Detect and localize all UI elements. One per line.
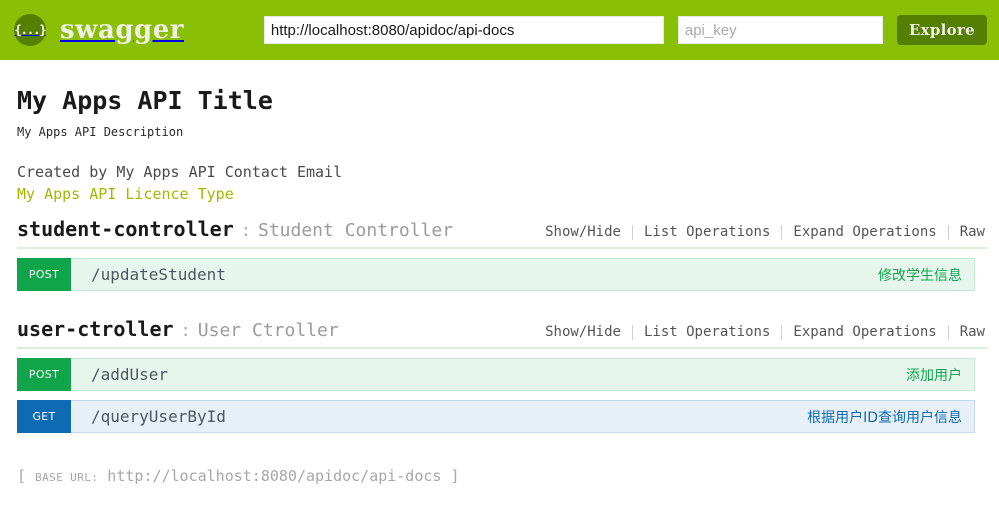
swagger-braces-icon: {...}: [14, 14, 47, 46]
brand-label: swagger: [60, 15, 184, 45]
api-licence-link[interactable]: My Apps API Licence Type: [17, 185, 234, 203]
resource-name-link[interactable]: student-controller: [17, 217, 234, 241]
api-docs-url-input[interactable]: [263, 16, 664, 44]
top-header-bar: {...} swagger Explore: [0, 0, 999, 60]
show-hide-link[interactable]: Show/Hide: [545, 224, 632, 240]
resource-header: student-controller : Student Controller …: [17, 217, 987, 249]
show-hide-link[interactable]: Show/Hide: [545, 324, 632, 340]
endpoint-row[interactable]: POST /updateStudent 修改学生信息: [17, 258, 975, 291]
http-method-badge: POST: [17, 258, 71, 291]
base-url-value: http://localhost:8080/apidoc/api-docs: [107, 467, 442, 485]
resource-subtitle: Student Controller: [258, 220, 454, 241]
endpoint-summary: 修改学生信息: [878, 267, 962, 284]
endpoint-path-link[interactable]: /updateStudent: [71, 259, 226, 290]
endpoint-summary: 根据用户ID查询用户信息: [807, 409, 962, 426]
footer-open-bracket: [: [17, 467, 27, 485]
endpoint-row[interactable]: GET /queryUserById 根据用户ID查询用户信息: [17, 400, 975, 433]
raw-link[interactable]: Raw: [949, 324, 987, 340]
api-title: My Apps API Title: [17, 86, 273, 115]
base-url-label: BASE URL:: [35, 471, 99, 484]
endpoint-summary: 添加用户: [906, 367, 962, 384]
list-operations-link[interactable]: List Operations: [633, 324, 781, 340]
raw-link[interactable]: Raw: [949, 224, 987, 240]
resource-separator: :: [180, 321, 191, 341]
explore-button[interactable]: Explore: [896, 15, 987, 45]
resource-separator: :: [240, 221, 251, 241]
swagger-logo-link[interactable]: {...} swagger: [14, 14, 184, 46]
base-url-footer: [ BASE URL: http://localhost:8080/apidoc…: [17, 467, 987, 485]
footer-close-bracket: ]: [450, 467, 460, 485]
resource-user-ctroller: user-ctroller : User Ctroller Show/Hide …: [17, 317, 987, 433]
api-description: My Apps API Description: [17, 125, 184, 139]
endpoint-row[interactable]: POST /addUser 添加用户: [17, 358, 975, 391]
endpoint-path-link[interactable]: /queryUserById: [71, 401, 226, 432]
http-method-badge: POST: [17, 358, 71, 391]
list-operations-link[interactable]: List Operations: [633, 224, 781, 240]
resource-subtitle: User Ctroller: [197, 320, 339, 341]
resource-operation-links: Show/Hide List Operations Expand Operati…: [545, 224, 987, 242]
resource-header: user-ctroller : User Ctroller Show/Hide …: [17, 317, 987, 349]
expand-operations-link[interactable]: Expand Operations: [782, 224, 947, 240]
main-content: My Apps API Title My Apps API Descriptio…: [0, 60, 999, 485]
resource-name-link[interactable]: user-ctroller: [17, 317, 174, 341]
api-key-input[interactable]: [677, 16, 883, 44]
endpoint-path-link[interactable]: /addUser: [71, 359, 168, 390]
resource-operation-links: Show/Hide List Operations Expand Operati…: [545, 324, 987, 342]
http-method-badge: GET: [17, 400, 71, 433]
api-contact: Created by My Apps API Contact Email: [17, 163, 343, 181]
expand-operations-link[interactable]: Expand Operations: [782, 324, 947, 340]
resource-student-controller: student-controller : Student Controller …: [17, 217, 987, 291]
explore-form: Explore: [184, 15, 987, 45]
